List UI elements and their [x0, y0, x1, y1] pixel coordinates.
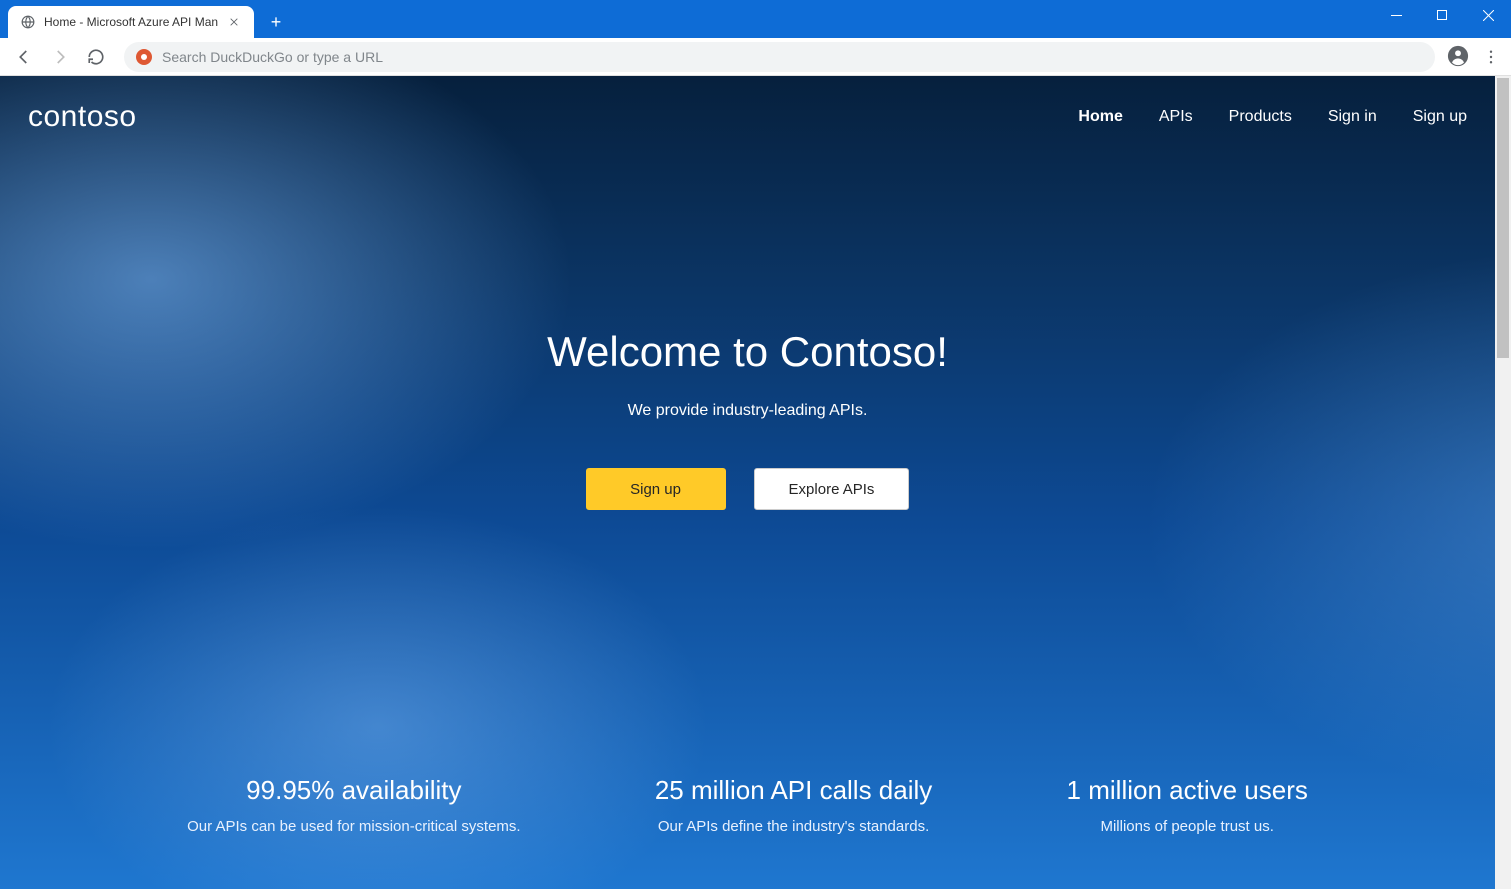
reload-button[interactable] — [80, 41, 112, 73]
maximize-button[interactable] — [1419, 0, 1465, 30]
nav-signup[interactable]: Sign up — [1413, 108, 1467, 126]
minimize-button[interactable] — [1373, 0, 1419, 30]
close-window-button[interactable] — [1465, 0, 1511, 30]
signup-button[interactable]: Sign up — [586, 468, 726, 510]
hero-section: Welcome to Contoso! We provide industry-… — [0, 328, 1495, 510]
hero-title: Welcome to Contoso! — [547, 328, 948, 376]
stat-title: 99.95% availability — [187, 775, 520, 806]
stat-active-users: 1 million active users Millions of peopl… — [1067, 775, 1308, 835]
back-button[interactable] — [8, 41, 40, 73]
stat-sub: Our APIs can be used for mission-critica… — [187, 818, 520, 835]
stats-section: 99.95% availability Our APIs can be used… — [0, 775, 1495, 835]
primary-nav: Home APIs Products Sign in Sign up — [1078, 108, 1467, 126]
stat-availability: 99.95% availability Our APIs can be used… — [187, 775, 520, 835]
site-header: contoso Home APIs Products Sign in Sign … — [0, 76, 1495, 158]
title-bar: Home - Microsoft Azure API Man + — [0, 0, 1511, 38]
hero-subtitle: We provide industry-leading APIs. — [628, 402, 868, 420]
stat-api-calls: 25 million API calls daily Our APIs defi… — [655, 775, 932, 835]
address-placeholder: Search DuckDuckGo or type a URL — [162, 49, 383, 65]
stat-sub: Our APIs define the industry's standards… — [655, 818, 932, 835]
scrollbar-thumb[interactable] — [1497, 78, 1509, 358]
tab-title: Home - Microsoft Azure API Man — [44, 15, 218, 29]
stat-sub: Millions of people trust us. — [1067, 818, 1308, 835]
nav-signin[interactable]: Sign in — [1328, 108, 1377, 126]
window-controls — [1373, 0, 1511, 38]
address-bar[interactable]: Search DuckDuckGo or type a URL — [124, 42, 1435, 72]
stat-title: 25 million API calls daily — [655, 775, 932, 806]
kebab-menu-icon[interactable] — [1479, 45, 1503, 69]
stat-title: 1 million active users — [1067, 775, 1308, 806]
site-logo[interactable]: contoso — [28, 100, 137, 134]
globe-icon — [20, 14, 36, 30]
page-content: contoso Home APIs Products Sign in Sign … — [0, 76, 1511, 889]
hero-buttons: Sign up Explore APIs — [586, 468, 910, 510]
new-tab-button[interactable]: + — [262, 8, 290, 36]
browser-window: Home - Microsoft Azure API Man + — [0, 0, 1511, 889]
duckduckgo-icon — [136, 49, 152, 65]
explore-apis-button[interactable]: Explore APIs — [754, 468, 910, 510]
scrollbar[interactable] — [1495, 76, 1511, 889]
nav-apis[interactable]: APIs — [1159, 108, 1193, 126]
nav-products[interactable]: Products — [1229, 108, 1292, 126]
close-tab-icon[interactable] — [226, 14, 242, 30]
profile-icon[interactable] — [1447, 45, 1471, 69]
browser-toolbar: Search DuckDuckGo or type a URL — [0, 38, 1511, 76]
nav-home[interactable]: Home — [1078, 108, 1122, 126]
forward-button[interactable] — [44, 41, 76, 73]
browser-tab[interactable]: Home - Microsoft Azure API Man — [8, 6, 254, 38]
